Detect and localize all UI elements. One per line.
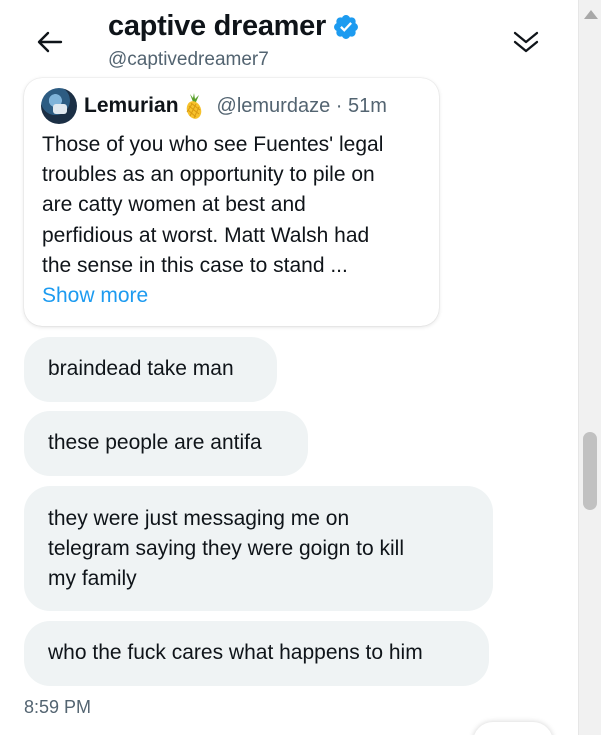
quoted-text-line: Those of you who see Fuentes' legal [42,133,384,156]
avatar[interactable] [41,88,77,124]
quoted-text-line: perfidious at worst. Matt Walsh had [42,223,370,247]
conversation-header: captive dreamer @captivedreamer7 [0,0,578,86]
quoted-text-line: troubles as an opportunity to pile on [42,163,375,187]
show-more-link[interactable]: Show more [42,281,432,311]
arrow-left-icon [37,31,63,53]
back-button[interactable] [30,24,70,60]
message-text: my family [48,567,137,590]
message-bubble[interactable]: who the fuck cares what happens to him [24,621,489,686]
quoted-tweet-header: Lemurian @lemurdaze · 51m [41,88,387,124]
quoted-tweet-card[interactable]: Lemurian @lemurdaze · 51m Those of you w… [24,78,439,326]
verified-badge-icon [334,14,358,39]
double-chevron-down-icon [513,31,539,53]
quoted-tweet-text: Those of you who see Fuentes' legal trou… [42,130,432,311]
message-bubble[interactable]: they were just messaging me on telegram … [24,486,493,611]
scrollbar-thumb[interactable] [583,432,597,510]
quoted-handle-time: @lemurdaze · 51m [216,94,387,117]
message-text: these people are antifa [48,431,262,454]
conversation-title-block: captive dreamer @captivedreamer7 [108,10,360,71]
message-timestamp: 8:59 PM [24,697,92,717]
collapse-button[interactable] [506,24,546,60]
pineapple-emoji-icon [186,93,201,119]
message-text: telegram saying they were goign to kill [48,537,405,560]
quoted-author-name: Lemurian [84,94,179,117]
scrollbar[interactable] [578,0,601,735]
message-text: who the fuck cares what happens to him [48,641,423,664]
message-bubble[interactable]: braindead take man [24,337,277,402]
quoted-text-line: are catty women at best and [42,193,306,217]
message-text: they were just messaging me on [48,507,350,530]
quoted-text-line: the sense in this case to stand ... [42,253,348,277]
conversation-handle: @captivedreamer7 [108,49,269,70]
message-bubble[interactable]: these people are antifa [24,411,308,476]
scroll-up-arrow-icon[interactable] [584,10,598,19]
conversation-title: captive dreamer [108,10,326,42]
message-text: braindead take man [48,357,234,380]
scroll-to-bottom-button[interactable] [473,722,553,735]
